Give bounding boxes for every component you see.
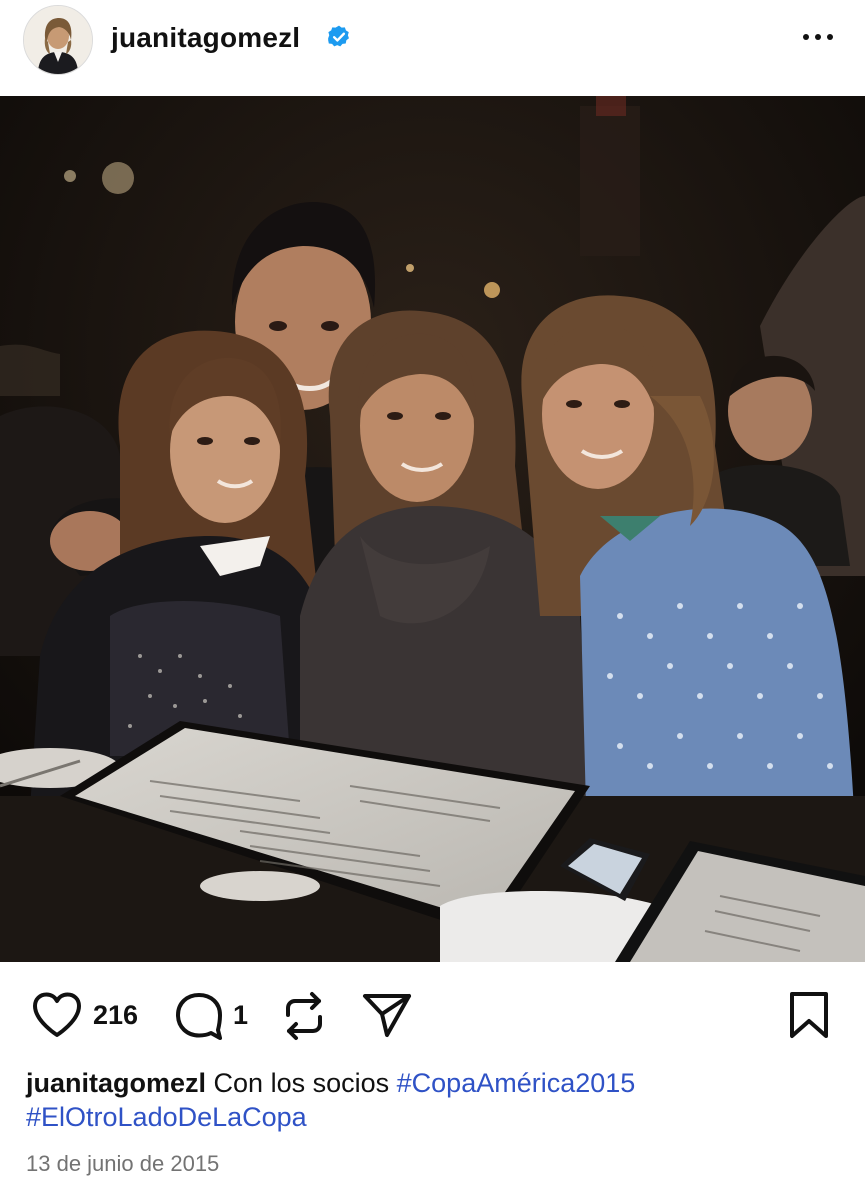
comment-count[interactable]: 1 [233, 999, 248, 1031]
avatar-image [24, 6, 92, 74]
more-options-icon[interactable] [798, 24, 838, 50]
bookmark-icon[interactable] [788, 991, 830, 1039]
verified-badge-icon [328, 25, 349, 47]
post-header: juanitagomezl [0, 0, 865, 96]
caption-username[interactable]: juanitagomezl [26, 1068, 206, 1098]
like-count[interactable]: 216 [93, 999, 138, 1031]
post-date: 13 de junio de 2015 [26, 1151, 220, 1176]
action-bar: 216 1 [0, 962, 865, 1062]
hashtag-copa-america[interactable]: #CopaAmérica2015 [397, 1068, 636, 1098]
username[interactable]: juanitagomezl [111, 20, 300, 56]
send-icon[interactable] [361, 991, 413, 1039]
comment-icon[interactable] [174, 992, 224, 1040]
caption-text: Con los socios [213, 1068, 390, 1098]
caption: juanitagomezl Con los socios #CopaAméric… [26, 1066, 826, 1134]
heart-icon[interactable] [31, 991, 83, 1039]
repost-icon[interactable] [282, 991, 326, 1041]
post: juanitagomezl 216 1 juanitagomezl Con lo… [0, 0, 865, 1200]
post-photo[interactable] [0, 96, 865, 962]
hashtag-el-otro-lado[interactable]: #ElOtroLadoDeLaCopa [26, 1102, 307, 1132]
avatar[interactable] [23, 5, 93, 75]
group-photo [0, 96, 865, 962]
